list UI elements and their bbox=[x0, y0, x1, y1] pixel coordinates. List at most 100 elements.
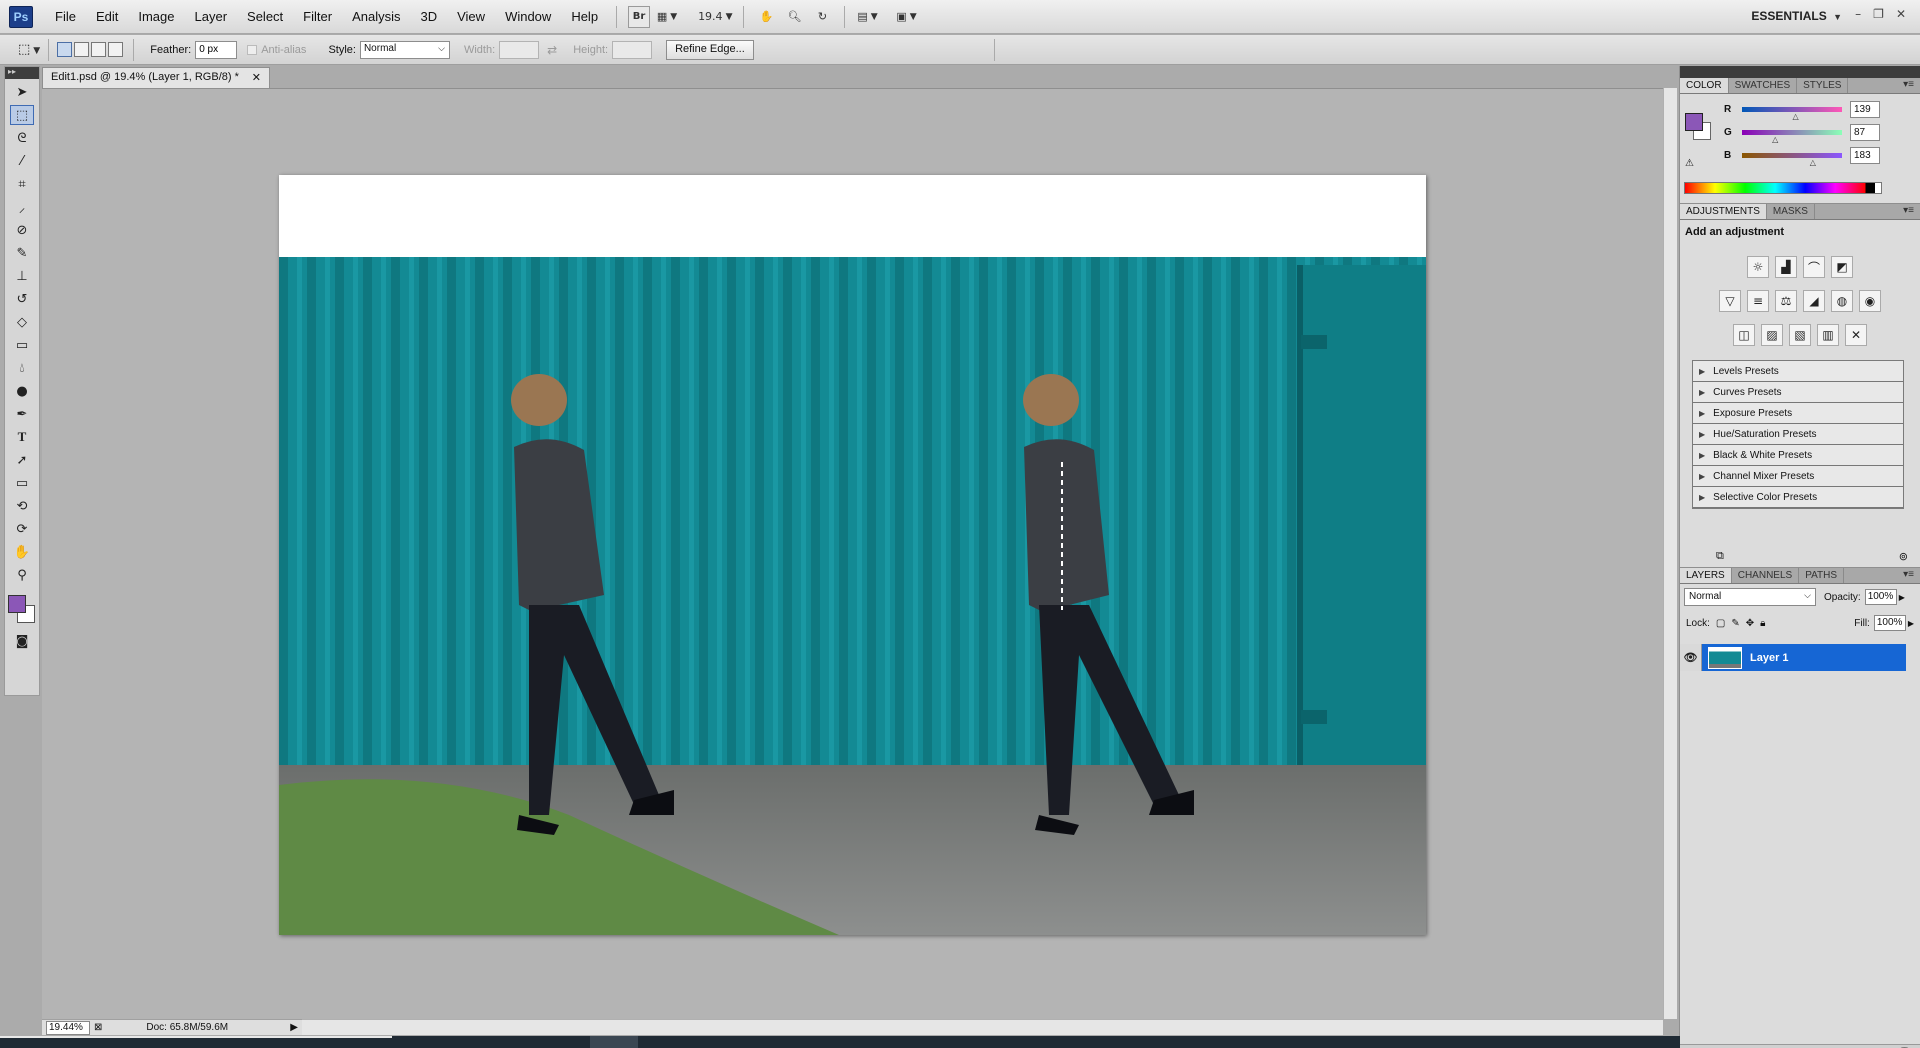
zoom-tool-button[interactable]: 🔍︎ bbox=[783, 6, 805, 28]
hue-saturation-icon[interactable]: ≡ bbox=[1747, 290, 1769, 312]
preset-black-white-presets[interactable]: ▶ Black & White Presets bbox=[1693, 445, 1903, 466]
eyedropper-tool[interactable]: ⸝ bbox=[10, 197, 34, 217]
opacity-slider-arrow-icon[interactable]: ▶ bbox=[1899, 593, 1905, 602]
3d-rotate-tool[interactable]: ⟲ bbox=[10, 496, 34, 516]
app-logo[interactable]: Ps bbox=[9, 5, 33, 28]
style-select[interactable]: Normal ⌵ bbox=[359, 40, 450, 59]
vibrance-icon[interactable]: ▽ bbox=[1719, 290, 1741, 312]
black-white-icon[interactable]: ◢ bbox=[1803, 290, 1825, 312]
preset-curves-presets[interactable]: ▶ Curves Presets bbox=[1693, 382, 1903, 403]
antialias-checkbox[interactable] bbox=[247, 44, 258, 55]
tab-layers[interactable]: LAYERS bbox=[1680, 568, 1732, 583]
layer-row[interactable]: 👁︎ Layer 1 bbox=[1680, 644, 1906, 671]
blur-tool[interactable]: 💧︎ bbox=[10, 358, 34, 378]
hand-tool-button[interactable]: ✋ bbox=[755, 6, 777, 28]
channel-mixer-icon[interactable]: ◉ bbox=[1859, 290, 1881, 312]
status-options-icon[interactable]: ⊠ bbox=[94, 1022, 102, 1033]
menu-layer[interactable]: Layer bbox=[185, 9, 238, 24]
levels-icon[interactable]: ▟ bbox=[1775, 256, 1797, 278]
preset-selective-color-presets[interactable]: ▶ Selective Color Presets bbox=[1693, 487, 1903, 508]
channel-value-input[interactable]: 183 bbox=[1850, 147, 1880, 164]
menu-help[interactable]: Help bbox=[561, 9, 608, 24]
dodge-tool[interactable]: ● bbox=[10, 381, 34, 401]
healing-brush-tool[interactable]: ⊘ bbox=[10, 220, 34, 240]
opacity-input[interactable]: 100% bbox=[1864, 589, 1897, 605]
feather-input[interactable] bbox=[195, 40, 238, 59]
layers-panel-menu-icon[interactable]: ▾≡ bbox=[1897, 568, 1920, 583]
document-canvas[interactable] bbox=[279, 175, 1426, 935]
close-icon[interactable]: ✕ bbox=[1896, 7, 1906, 21]
launch-bridge-button[interactable]: Br bbox=[628, 5, 651, 28]
color-balance-icon[interactable]: ⚖ bbox=[1775, 290, 1797, 312]
lock-all-icon[interactable]: 🔒︎ bbox=[1760, 618, 1765, 629]
return-to-list-icon[interactable]: ⧉ bbox=[1716, 549, 1724, 563]
menu-analysis[interactable]: Analysis bbox=[342, 9, 410, 24]
horizontal-scrollbar[interactable] bbox=[302, 1019, 1663, 1035]
quick-mask-button[interactable]: ◙ bbox=[10, 631, 34, 651]
photo-filter-icon[interactable]: ◍ bbox=[1831, 290, 1853, 312]
foreground-color-swatch[interactable] bbox=[8, 595, 26, 613]
exposure-icon[interactable]: ◩ bbox=[1831, 256, 1853, 278]
path-select-tool[interactable]: ➚ bbox=[10, 450, 34, 470]
menu-view[interactable]: View bbox=[447, 9, 495, 24]
tools-panel-grip[interactable]: ▸▸ bbox=[5, 67, 39, 79]
quick-select-tool[interactable]: ⁄ bbox=[10, 151, 34, 171]
menu-select[interactable]: Select bbox=[237, 9, 293, 24]
new-selection-button[interactable] bbox=[57, 42, 73, 57]
channel-slider[interactable]: △ bbox=[1742, 130, 1842, 144]
channel-slider[interactable]: △ bbox=[1742, 107, 1842, 121]
width-input[interactable] bbox=[499, 40, 540, 59]
refine-edge-button[interactable]: Refine Edge... bbox=[666, 39, 754, 60]
brush-tool[interactable]: ✎ bbox=[10, 243, 34, 263]
menu-3d[interactable]: 3D bbox=[410, 9, 447, 24]
add-selection-button[interactable] bbox=[74, 42, 90, 57]
swap-dimensions-icon[interactable]: ⇄ bbox=[547, 43, 557, 57]
shape-tool[interactable]: ▭ bbox=[10, 473, 34, 493]
rotate-view-button[interactable]: ↻ bbox=[811, 6, 833, 28]
tab-masks[interactable]: MASKS bbox=[1767, 204, 1815, 219]
slider-thumb-icon[interactable]: △ bbox=[1772, 135, 1778, 144]
tab-styles[interactable]: STYLES bbox=[1797, 78, 1849, 93]
dock-grip[interactable] bbox=[1680, 66, 1920, 78]
preset-exposure-presets[interactable]: ▶ Exposure Presets bbox=[1693, 403, 1903, 424]
move-tool[interactable]: ➤ bbox=[10, 82, 34, 102]
color-spectrum[interactable] bbox=[1684, 182, 1882, 194]
zoom-status-field[interactable]: 19.44% bbox=[46, 1020, 90, 1035]
crop-tool[interactable]: ⌗ bbox=[10, 174, 34, 194]
close-document-icon[interactable]: ✕ bbox=[252, 71, 261, 85]
gradient-map-icon[interactable]: ▥ bbox=[1817, 324, 1839, 346]
channel-slider[interactable]: △ bbox=[1742, 153, 1842, 167]
selective-color-icon[interactable]: ✕ bbox=[1845, 324, 1867, 346]
history-brush-tool[interactable]: ↺ bbox=[10, 289, 34, 309]
intersect-selection-button[interactable] bbox=[108, 42, 124, 57]
adjustments-panel-menu-icon[interactable]: ▾≡ bbox=[1897, 204, 1920, 219]
blend-mode-select[interactable]: Normal ⌵ bbox=[1684, 588, 1816, 606]
zoom-tool[interactable]: ⚲ bbox=[10, 565, 34, 585]
height-input[interactable] bbox=[612, 40, 653, 59]
tab-paths[interactable]: PATHS bbox=[1799, 568, 1845, 583]
menu-file[interactable]: File bbox=[45, 9, 86, 24]
minimize-icon[interactable]: – bbox=[1855, 7, 1861, 21]
menu-filter[interactable]: Filter bbox=[293, 9, 342, 24]
slider-thumb-icon[interactable]: △ bbox=[1810, 158, 1816, 167]
preset-hue-saturation-presets[interactable]: ▶ Hue/Saturation Presets bbox=[1693, 424, 1903, 445]
tool-preset-picker[interactable]: ⬚ ▼ bbox=[18, 42, 40, 57]
preset-levels-presets[interactable]: ▶ Levels Presets bbox=[1693, 361, 1903, 382]
marquee-tool[interactable]: ⬚ bbox=[10, 105, 34, 125]
menu-window[interactable]: Window bbox=[495, 9, 561, 24]
menu-image[interactable]: Image bbox=[128, 9, 184, 24]
curves-icon[interactable]: ⌒ bbox=[1803, 256, 1825, 278]
clone-stamp-tool[interactable]: ⊥ bbox=[10, 266, 34, 286]
channel-value-input[interactable]: 139 bbox=[1850, 101, 1880, 118]
hand-tool[interactable]: ✋ bbox=[10, 542, 34, 562]
channel-value-input[interactable]: 87 bbox=[1850, 124, 1880, 141]
fill-slider-arrow-icon[interactable]: ▶ bbox=[1908, 619, 1914, 628]
menu-edit[interactable]: Edit bbox=[86, 9, 128, 24]
lock-position-icon[interactable]: ✥ bbox=[1746, 618, 1754, 629]
gamut-warning-icon[interactable]: ⚠ bbox=[1685, 158, 1694, 169]
invert-icon[interactable]: ◫ bbox=[1733, 324, 1755, 346]
lock-pixels-icon[interactable]: ✎ bbox=[1731, 618, 1739, 629]
tab-adjustments[interactable]: ADJUSTMENTS bbox=[1680, 204, 1767, 219]
clip-to-layer-icon[interactable]: ⊚ bbox=[1899, 550, 1908, 563]
vertical-scrollbar[interactable] bbox=[1663, 88, 1677, 1019]
